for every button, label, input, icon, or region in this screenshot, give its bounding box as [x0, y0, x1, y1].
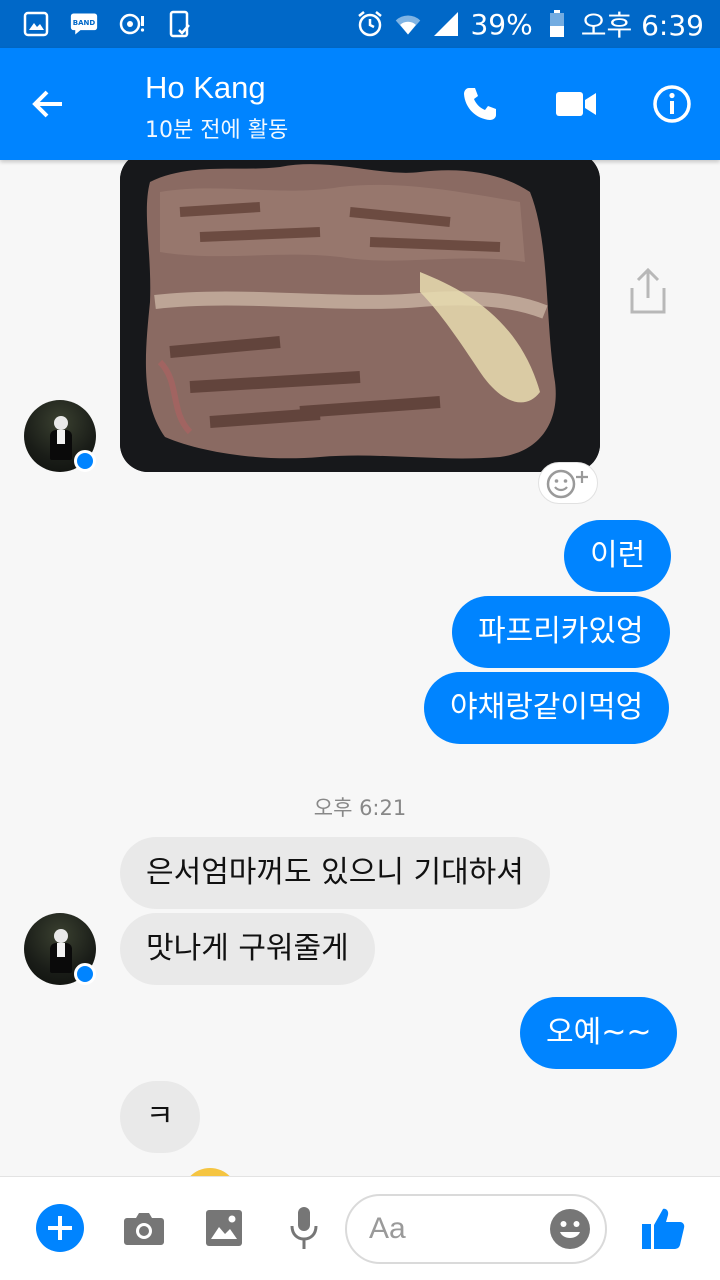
message-input[interactable]: Aa: [345, 1194, 607, 1264]
band-label: BAND: [73, 19, 96, 27]
voice-clip-button[interactable]: [279, 1203, 329, 1253]
plus-circle-icon: [36, 1204, 84, 1252]
music-icon: [118, 10, 146, 38]
battery-percent: 39%: [470, 7, 533, 41]
avatar-shirt: [57, 943, 65, 957]
emoji-button[interactable]: [549, 1208, 591, 1250]
avatar-head: [54, 929, 68, 943]
contact-name[interactable]: Ho Kang: [145, 70, 266, 106]
outgoing-message[interactable]: 야채랑같이먹엉: [424, 672, 670, 744]
video-call-button[interactable]: [554, 82, 598, 126]
outgoing-message[interactable]: 오예~~: [520, 997, 678, 1069]
back-button[interactable]: [28, 84, 68, 124]
messenger-badge-icon: [74, 963, 96, 985]
image-icon: [206, 1210, 242, 1246]
contact-active-status: 10분 전에 활동: [145, 118, 289, 143]
share-icon: [630, 267, 666, 314]
voice-call-button[interactable]: [458, 82, 502, 126]
emoji-icon: [550, 1209, 590, 1249]
contact-avatar[interactable]: [24, 913, 96, 985]
notification-icons: BAND: [22, 10, 194, 38]
message-input-placeholder: Aa: [369, 1212, 406, 1245]
info-icon: [653, 85, 691, 123]
incoming-message[interactable]: ㅋ: [120, 1081, 200, 1153]
gallery-button[interactable]: [199, 1203, 249, 1253]
wifi-icon: [394, 10, 422, 38]
incoming-message[interactable]: 맛나게 구워줄게: [120, 913, 375, 985]
camera-icon: [124, 1213, 164, 1245]
steak-image: [120, 160, 600, 472]
avatar-shirt: [57, 430, 65, 444]
message-composer: Aa: [0, 1176, 720, 1280]
outgoing-message[interactable]: 파프리카있엉: [452, 596, 670, 668]
add-reaction-button[interactable]: [538, 462, 598, 504]
smiley-plus-icon: [546, 469, 588, 499]
message-list[interactable]: 이런 파프리카있엉 야채랑같이먹엉 오후 6:21 은서엄마꺼도 있으니 기대하…: [0, 160, 720, 1176]
avatar-head: [54, 416, 68, 430]
video-camera-icon: [556, 92, 596, 116]
battery-icon: [543, 10, 571, 38]
more-actions-button[interactable]: [35, 1203, 85, 1253]
message-timestamp: 오후 6:21: [313, 796, 407, 820]
contact-avatar[interactable]: [24, 400, 96, 472]
messenger-badge-icon: [74, 450, 96, 472]
phone-icon: [464, 88, 496, 120]
back-arrow-icon: [32, 90, 62, 118]
phone-check-icon: [166, 10, 194, 38]
microphone-icon: [290, 1207, 318, 1249]
share-button[interactable]: [626, 266, 670, 316]
camera-button[interactable]: [119, 1203, 169, 1253]
conversation-header: Ho Kang 10분 전에 활동: [0, 48, 720, 160]
alarm-icon: [356, 10, 384, 38]
thumbs-up-icon: [642, 1208, 685, 1249]
band-icon: BAND: [70, 10, 98, 38]
signal-icon: [432, 10, 460, 38]
like-button[interactable]: [638, 1203, 688, 1253]
info-button[interactable]: [650, 82, 694, 126]
seen-indicator-avatar: [182, 1168, 238, 1176]
incoming-message[interactable]: 은서엄마꺼도 있으니 기대하셔: [120, 837, 550, 909]
shared-photo-steak[interactable]: [120, 160, 600, 472]
status-time: 오후 6:39: [580, 9, 704, 42]
status-bar: BAND 39% 오후 6:39: [0, 0, 720, 48]
gallery-icon: [22, 10, 50, 38]
outgoing-message[interactable]: 이런: [564, 520, 672, 592]
